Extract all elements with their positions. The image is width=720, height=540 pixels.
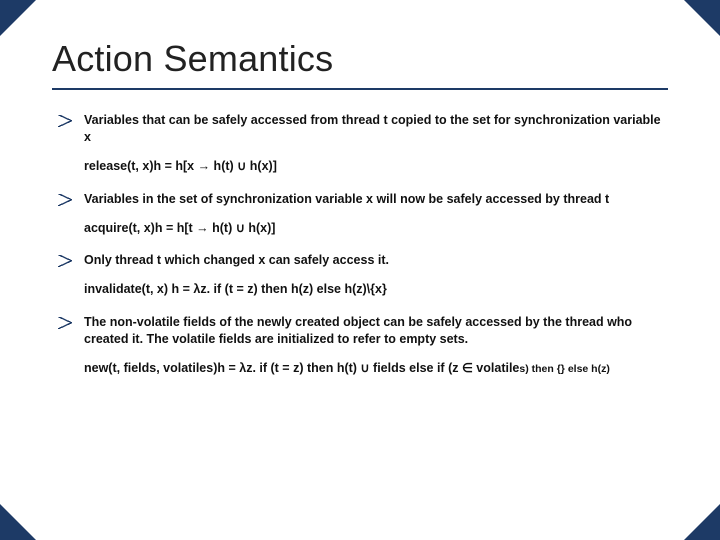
slide-title: Action Semantics <box>52 38 668 80</box>
corner-decoration <box>0 0 36 36</box>
bullet-item: Only thread t which changed x can safely… <box>58 252 668 269</box>
bullet-item: Variables that can be safely accessed fr… <box>58 112 668 146</box>
corner-decoration <box>684 0 720 36</box>
corner-decoration <box>684 504 720 540</box>
corner-decoration <box>0 504 36 540</box>
bullet-item: Variables in the set of synchronization … <box>58 191 668 208</box>
formula-release: release(t, x)h = h[x → h(t) ∪ h(x)] <box>58 158 668 175</box>
bullet-item: The non-volatile fields of the newly cre… <box>58 314 668 348</box>
slide-body: Variables that can be safely accessed fr… <box>52 112 668 377</box>
slide: Action Semantics Variables that can be s… <box>0 0 720 540</box>
title-underline <box>52 88 668 90</box>
formula-new-main: new(t, fields, volatiles)h = λz. if (t =… <box>84 361 519 375</box>
formula-new: new(t, fields, volatiles)h = λz. if (t =… <box>58 360 668 377</box>
formula-new-tail: s) then {} else h(z) <box>519 363 609 375</box>
formula-invalidate: invalidate(t, x) h = λz. if (t = z) then… <box>58 281 668 298</box>
formula-acquire: acquire(t, x)h = h[t → h(t) ∪ h(x)] <box>58 220 668 237</box>
